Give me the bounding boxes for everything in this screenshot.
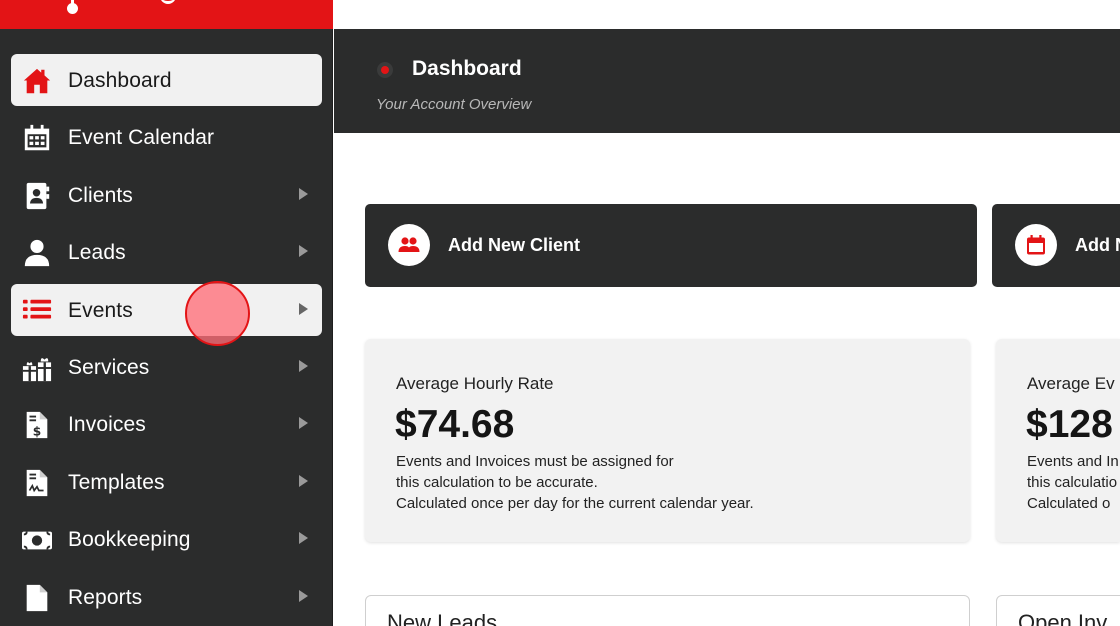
svg-text:$: $ <box>33 425 41 439</box>
panel-title: Open Inv <box>1018 610 1108 626</box>
brand-logo[interactable] <box>0 0 333 29</box>
add-new-event-button[interactable]: Add N <box>992 204 1120 287</box>
sidebar-item-label: Bookkeeping <box>68 528 191 552</box>
top-bar <box>334 0 1120 29</box>
sidebar-item-label: Clients <box>68 183 133 207</box>
stat-value: $74.68 <box>395 403 515 446</box>
app-window: Dashboard Event Calendar Clients Leads E… <box>0 0 1120 626</box>
click-indicator <box>185 281 250 346</box>
list-icon <box>21 295 53 327</box>
sidebar-item-label: Dashboard <box>68 69 172 92</box>
sidebar-item-bookkeeping[interactable]: Bookkeeping <box>11 513 322 565</box>
sidebar-item-services[interactable]: Services <box>11 341 322 393</box>
stat-note-line: this calculatio <box>1027 474 1118 491</box>
chevron-right-icon <box>299 532 308 545</box>
sidebar-item-templates[interactable]: Templates <box>11 456 322 508</box>
user-icon <box>21 237 53 269</box>
sidebar-item-label: Invoices <box>68 413 146 437</box>
chevron-right-icon <box>299 302 308 315</box>
status-dot-icon <box>377 62 393 78</box>
stat-note-line: this calculation to be accurate. <box>396 474 598 491</box>
sidebar-item-leads[interactable]: Leads <box>11 226 322 278</box>
users-icon <box>388 224 430 266</box>
chevron-right-icon <box>299 474 308 487</box>
sidebar: Dashboard Event Calendar Clients Leads E… <box>0 0 333 626</box>
add-new-client-button[interactable]: Add New Client <box>365 204 977 287</box>
logo-mark-icon <box>66 0 78 17</box>
page-header: Dashboard Your Account Overview <box>334 29 1120 133</box>
stat-note: Events and Invoices must be assigned for… <box>396 451 754 514</box>
calendar-add-icon <box>1015 224 1057 266</box>
document-signature-icon <box>21 467 53 499</box>
sidebar-item-label: Event Calendar <box>68 126 215 150</box>
sidebar-item-invoices[interactable]: $ Invoices <box>11 398 322 450</box>
sidebar-item-label: Services <box>68 355 150 379</box>
calendar-icon <box>21 122 53 154</box>
chevron-right-icon <box>299 187 308 200</box>
invoice-dollar-icon: $ <box>21 409 53 441</box>
sidebar-item-label: Events <box>68 298 133 322</box>
action-label: Add N <box>1075 235 1120 255</box>
stat-title: Average Hourly Rate <box>396 374 554 393</box>
contact-card-icon <box>21 180 53 212</box>
sidebar-item-clients[interactable]: Clients <box>11 169 322 221</box>
money-bill-icon <box>21 524 53 556</box>
panel-title: New Leads <box>387 610 498 626</box>
home-icon <box>21 65 53 97</box>
file-icon <box>21 582 53 614</box>
sidebar-item-dashboard[interactable]: Dashboard <box>11 54 322 106</box>
stat-note-line: Calculated once per day for the current … <box>396 495 754 512</box>
chevron-right-icon <box>299 359 308 372</box>
gifts-icon <box>21 352 53 384</box>
action-label: Add New Client <box>448 235 581 255</box>
chevron-right-icon <box>299 245 308 258</box>
logo-arc-icon <box>160 0 176 4</box>
average-event-card: Average Ev $128 Events and In this calcu… <box>996 339 1120 542</box>
new-leads-panel: New Leads <box>365 595 970 626</box>
sidebar-nav: Dashboard Event Calendar Clients Leads E… <box>0 54 333 626</box>
stat-note: Events and In this calculatio Calculated… <box>1027 451 1119 514</box>
stat-note-line: Calculated o <box>1027 495 1111 512</box>
sidebar-item-event-calendar[interactable]: Event Calendar <box>11 111 322 163</box>
sidebar-item-reports[interactable]: Reports <box>11 571 322 623</box>
stat-value: $128 <box>1026 403 1113 446</box>
average-hourly-rate-card: Average Hourly Rate $74.68 Events and In… <box>365 339 970 542</box>
sidebar-item-label: Reports <box>68 585 143 609</box>
sidebar-item-events[interactable]: Events <box>11 283 322 336</box>
page-title: Dashboard <box>412 57 522 80</box>
open-invoices-panel: Open Inv <box>996 595 1120 626</box>
stat-note-line: Events and In <box>1027 453 1119 470</box>
sidebar-item-label: Templates <box>68 470 165 494</box>
chevron-right-icon <box>299 417 308 430</box>
stat-title: Average Ev <box>1027 374 1115 393</box>
sidebar-item-label: Leads <box>68 241 126 265</box>
page-subtitle: Your Account Overview <box>376 96 532 113</box>
stat-note-line: Events and Invoices must be assigned for <box>396 453 674 470</box>
chevron-right-icon <box>299 589 308 602</box>
